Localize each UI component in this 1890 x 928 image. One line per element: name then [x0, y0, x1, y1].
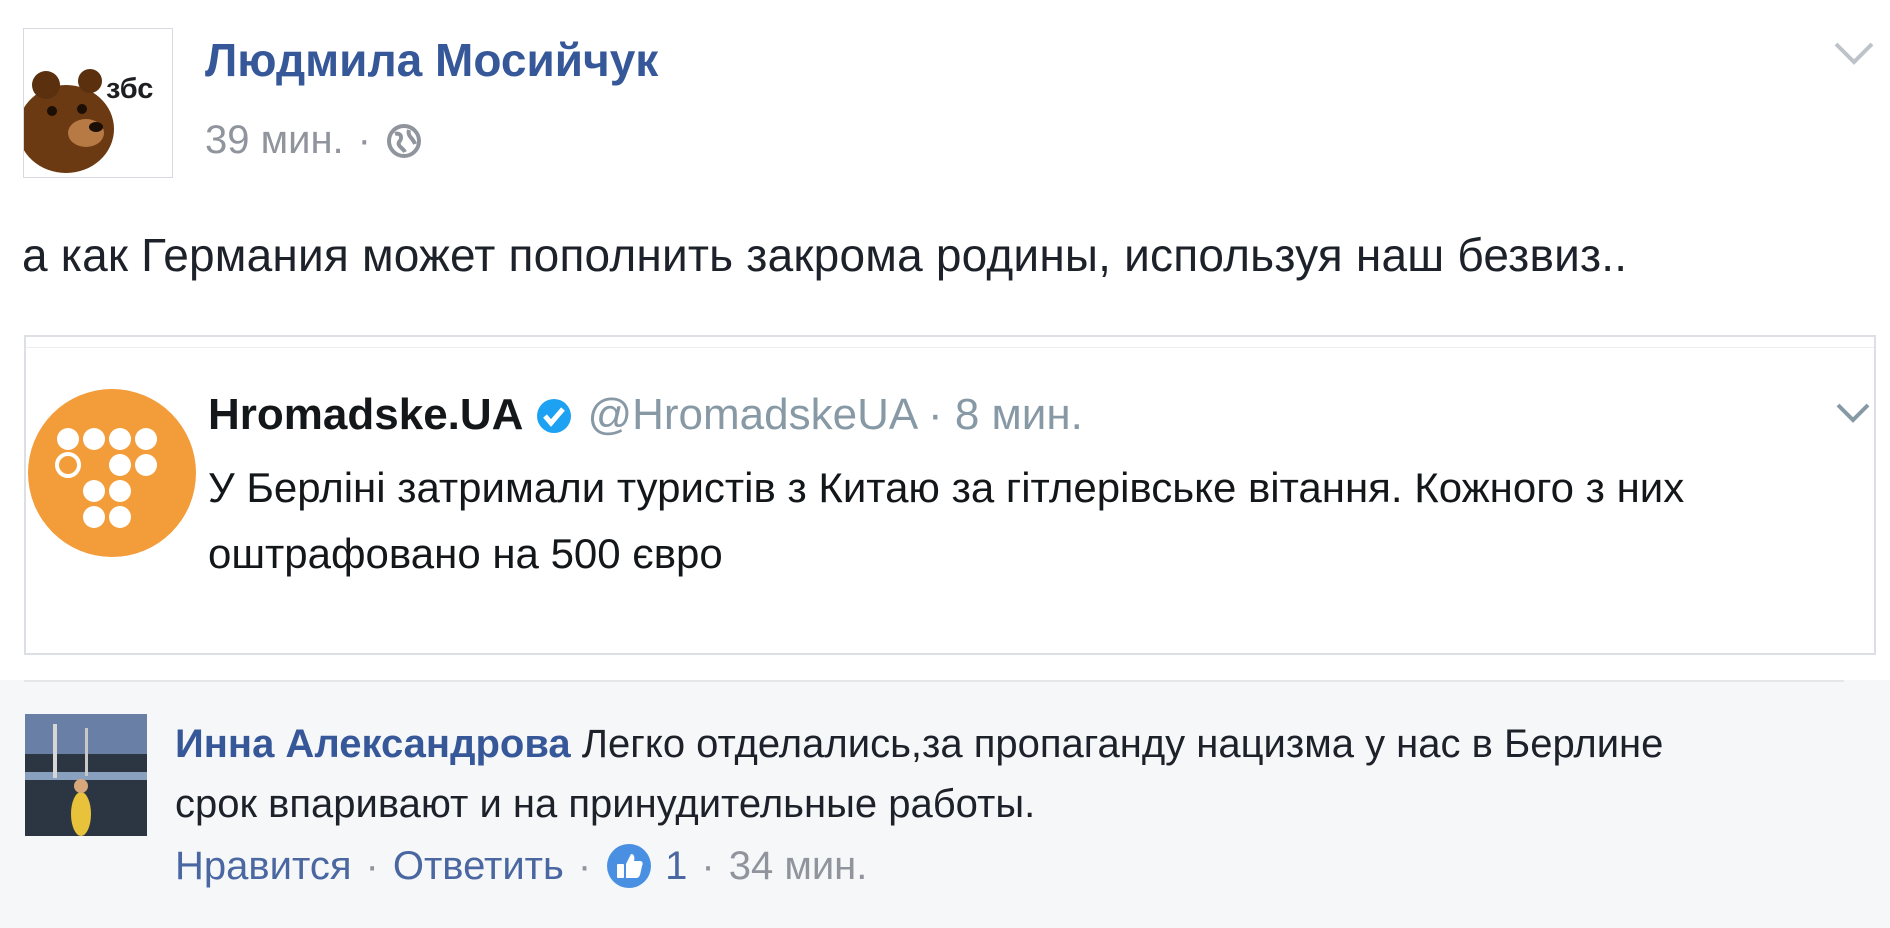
author-avatar[interactable]: збс — [23, 28, 173, 178]
comment-author-name[interactable]: Инна Александрова — [175, 722, 571, 766]
tweet-text: У Берліні затримали туристів з Китаю за … — [208, 464, 1685, 577]
comments-section: Инна Александрова Легко отделались,за пр… — [0, 680, 1890, 928]
post-author-name[interactable]: Людмила Мосийчук — [205, 33, 658, 87]
meta-separator: · — [357, 118, 371, 162]
action-separator: · — [365, 843, 379, 888]
post-timestamp[interactable]: 39 мин. — [205, 118, 344, 163]
commenter-avatar[interactable] — [25, 714, 147, 836]
comment-body: Инна Александрова Легко отделались,за пр… — [175, 714, 1735, 834]
post-meta: 39 мин. · — [205, 118, 423, 163]
chevron-down-icon[interactable] — [1832, 36, 1876, 70]
comment-actions: Нравится · Ответить · 1 · 34 мин. — [175, 842, 867, 890]
post-text: а как Германия может пополнить закрома р… — [22, 229, 1628, 281]
action-separator: · — [577, 843, 592, 888]
action-separator: · — [701, 843, 715, 888]
verified-badge-icon — [535, 396, 573, 434]
comment-timestamp[interactable]: 34 мин. — [729, 844, 868, 889]
facebook-post: збс Людмила Мосийчук 39 мин. · а как Гер… — [0, 0, 1890, 680]
tweet-header: Hromadske.UA @HromadskeUA · 8 мин. — [208, 390, 1083, 440]
embed-top-border — [26, 337, 1874, 348]
embedded-tweet[interactable]: Hromadske.UA @HromadskeUA · 8 мин. У Бер… — [24, 335, 1876, 655]
chevron-down-icon[interactable] — [1834, 397, 1872, 427]
reaction-count[interactable]: 1 — [665, 844, 687, 889]
tweet-handle-time[interactable]: @HromadskeUA · 8 мин. — [587, 390, 1082, 440]
comments-divider — [24, 680, 1844, 682]
tweet-author-name[interactable]: Hromadske.UA — [208, 390, 523, 440]
tweet-avatar[interactable] — [28, 389, 196, 557]
like-icon[interactable] — [605, 842, 653, 890]
globe-icon[interactable] — [385, 122, 423, 160]
like-button[interactable]: Нравится — [175, 844, 352, 889]
reply-button[interactable]: Ответить — [393, 844, 564, 889]
avatar-caption: збс — [106, 73, 154, 105]
